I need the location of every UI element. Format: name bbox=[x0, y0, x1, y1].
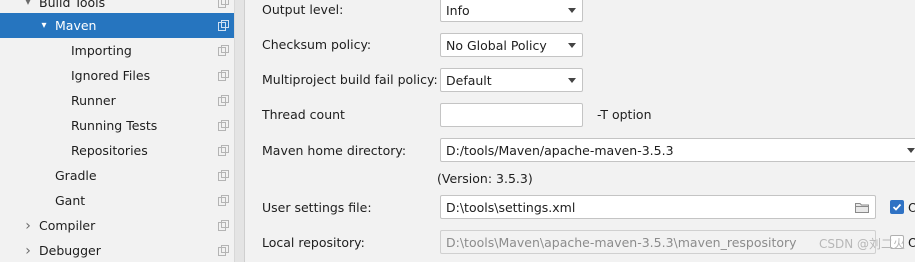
copy-settings-icon bbox=[218, 45, 229, 56]
tree-item-label: Maven bbox=[55, 18, 97, 33]
user-settings-input[interactable]: D:\tools\settings.xml bbox=[440, 195, 876, 219]
tree-item-debugger[interactable]: › Debugger bbox=[0, 238, 244, 262]
maven-home-label: Maven home directory: bbox=[262, 143, 407, 158]
override-local-repository-label: O bbox=[908, 235, 915, 250]
tree-item-label: Importing bbox=[71, 43, 132, 58]
copy-settings-icon bbox=[218, 95, 229, 106]
multiproject-policy-value: Default bbox=[446, 72, 492, 88]
dropdown-arrow-icon bbox=[568, 43, 576, 48]
tree-item-label: Running Tests bbox=[71, 118, 158, 133]
chevron-right-icon[interactable]: › bbox=[22, 218, 34, 234]
override-user-settings-label: O bbox=[908, 200, 915, 215]
multiproject-policy-label: Multiproject build fail policy: bbox=[262, 72, 438, 87]
maven-home-select[interactable]: D:/tools/Maven/apache-maven-3.5.3 bbox=[440, 138, 915, 162]
tree-item-runner[interactable]: Runner bbox=[0, 88, 244, 113]
copy-settings-icon bbox=[218, 70, 229, 81]
output-level-label: Output level: bbox=[262, 2, 344, 17]
multiproject-policy-select[interactable]: Default bbox=[440, 68, 583, 92]
override-user-settings-checkbox[interactable] bbox=[890, 200, 904, 214]
tree-item-label: Debugger bbox=[39, 243, 101, 258]
tree-item-importing[interactable]: Importing bbox=[0, 38, 244, 63]
dropdown-arrow-icon bbox=[568, 8, 576, 13]
copy-settings-icon bbox=[218, 0, 229, 8]
maven-version-text: (Version: 3.5.3) bbox=[437, 171, 533, 186]
tree-item-label: Compiler bbox=[39, 218, 96, 233]
tree-item-label: Build Tools bbox=[39, 0, 106, 10]
tree-item-label: Repositories bbox=[71, 143, 148, 158]
local-repository-value: D:\tools\Maven\apache-maven-3.5.3\maven_… bbox=[446, 234, 797, 250]
chevron-down-icon[interactable]: ▾ bbox=[22, 0, 34, 9]
output-level-select[interactable]: Info bbox=[440, 0, 583, 22]
tree-item-repositories[interactable]: Repositories bbox=[0, 138, 244, 163]
checksum-policy-select[interactable]: No Global Policy bbox=[440, 33, 583, 57]
dropdown-arrow-icon bbox=[907, 148, 915, 153]
local-repository-input: D:\tools\Maven\apache-maven-3.5.3\maven_… bbox=[440, 230, 876, 254]
chevron-right-icon[interactable]: › bbox=[22, 243, 34, 259]
copy-settings-icon bbox=[218, 245, 229, 256]
dropdown-arrow-icon bbox=[568, 78, 576, 83]
tree-item-ignored-files[interactable]: Ignored Files bbox=[0, 63, 244, 88]
tree-item-compiler[interactable]: › Compiler bbox=[0, 213, 244, 238]
thread-count-input[interactable] bbox=[440, 103, 583, 127]
checksum-policy-label: Checksum policy: bbox=[262, 37, 372, 52]
tree-item-gradle[interactable]: Gradle bbox=[0, 163, 244, 188]
tree-item-label: Runner bbox=[71, 93, 116, 108]
thread-count-hint: -T option bbox=[597, 107, 652, 122]
output-level-value: Info bbox=[446, 2, 470, 18]
local-repository-label: Local repository: bbox=[262, 235, 365, 250]
tree-item-label: Gant bbox=[55, 193, 86, 208]
tree-item-label: Gradle bbox=[55, 168, 97, 183]
copy-settings-icon bbox=[218, 120, 229, 131]
settings-tree: ▾ Build Tools ▾ Maven Importing Ignored … bbox=[0, 0, 244, 262]
checksum-policy-value: No Global Policy bbox=[446, 37, 547, 53]
thread-count-label: Thread count bbox=[262, 107, 345, 122]
chevron-down-icon[interactable]: ▾ bbox=[38, 20, 50, 32]
user-settings-value: D:\tools\settings.xml bbox=[446, 199, 576, 215]
watermark: CSDN @刘二火 bbox=[818, 237, 905, 251]
tree-item-label: Ignored Files bbox=[71, 68, 151, 83]
copy-settings-icon bbox=[218, 170, 229, 181]
copy-settings-icon bbox=[218, 20, 229, 31]
tree-item-maven[interactable]: ▾ Maven bbox=[0, 13, 234, 38]
copy-settings-icon bbox=[218, 145, 229, 156]
checkmark-icon bbox=[892, 203, 902, 211]
splitter-handle[interactable] bbox=[234, 0, 244, 262]
copy-settings-icon bbox=[218, 220, 229, 231]
folder-icon[interactable] bbox=[855, 202, 869, 213]
maven-settings-panel: Output level: Info Checksum policy: No G… bbox=[244, 0, 915, 262]
maven-home-value: D:/tools/Maven/apache-maven-3.5.3 bbox=[446, 142, 674, 158]
tree-item-gant[interactable]: Gant bbox=[0, 188, 244, 213]
user-settings-label: User settings file: bbox=[262, 200, 372, 215]
copy-settings-icon bbox=[218, 195, 229, 206]
tree-item-running-tests[interactable]: Running Tests bbox=[0, 113, 244, 138]
